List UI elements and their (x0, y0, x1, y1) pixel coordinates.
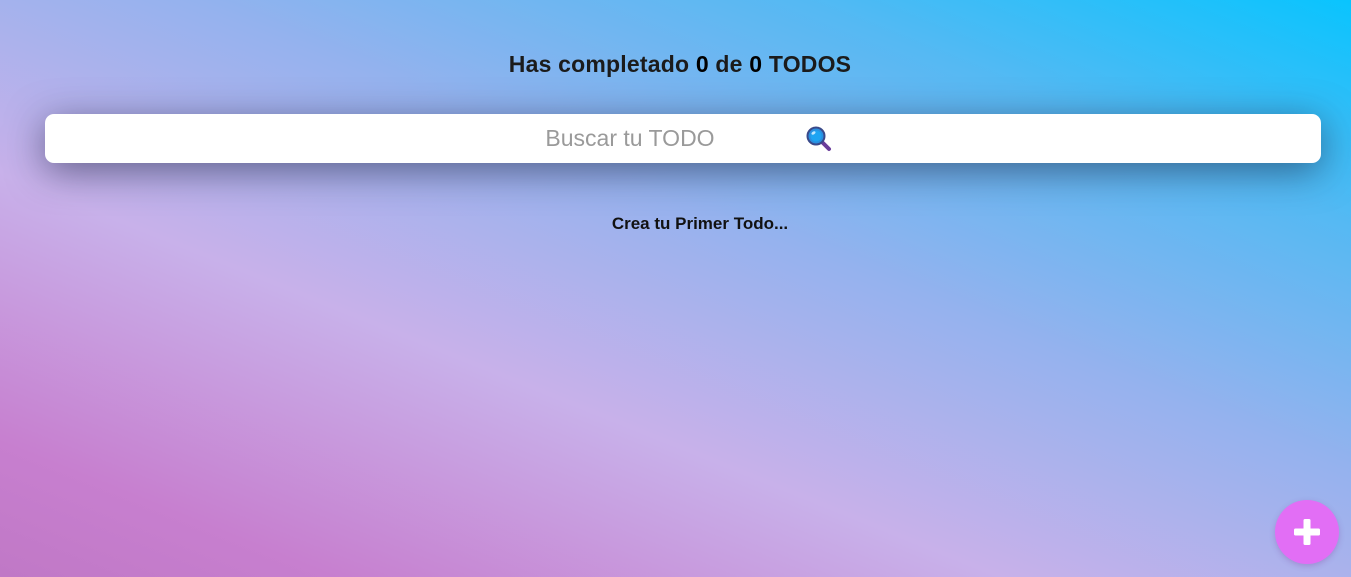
empty-state-message: Crea tu Primer Todo... (611, 214, 789, 233)
counter-middle: de (715, 51, 743, 78)
search-bar (45, 114, 1321, 163)
magnifying-glass-icon (806, 126, 832, 152)
counter-prefix: Has completado (508, 51, 690, 78)
todo-counter: Has completado 0 de 0 TODOS (0, 51, 1351, 78)
total-count: 0 (749, 51, 763, 78)
search-input[interactable] (45, 114, 1215, 163)
plus-icon (1293, 518, 1321, 546)
add-todo-button[interactable] (1275, 500, 1339, 564)
counter-suffix: TODOS (768, 51, 852, 78)
completed-count: 0 (695, 51, 709, 78)
